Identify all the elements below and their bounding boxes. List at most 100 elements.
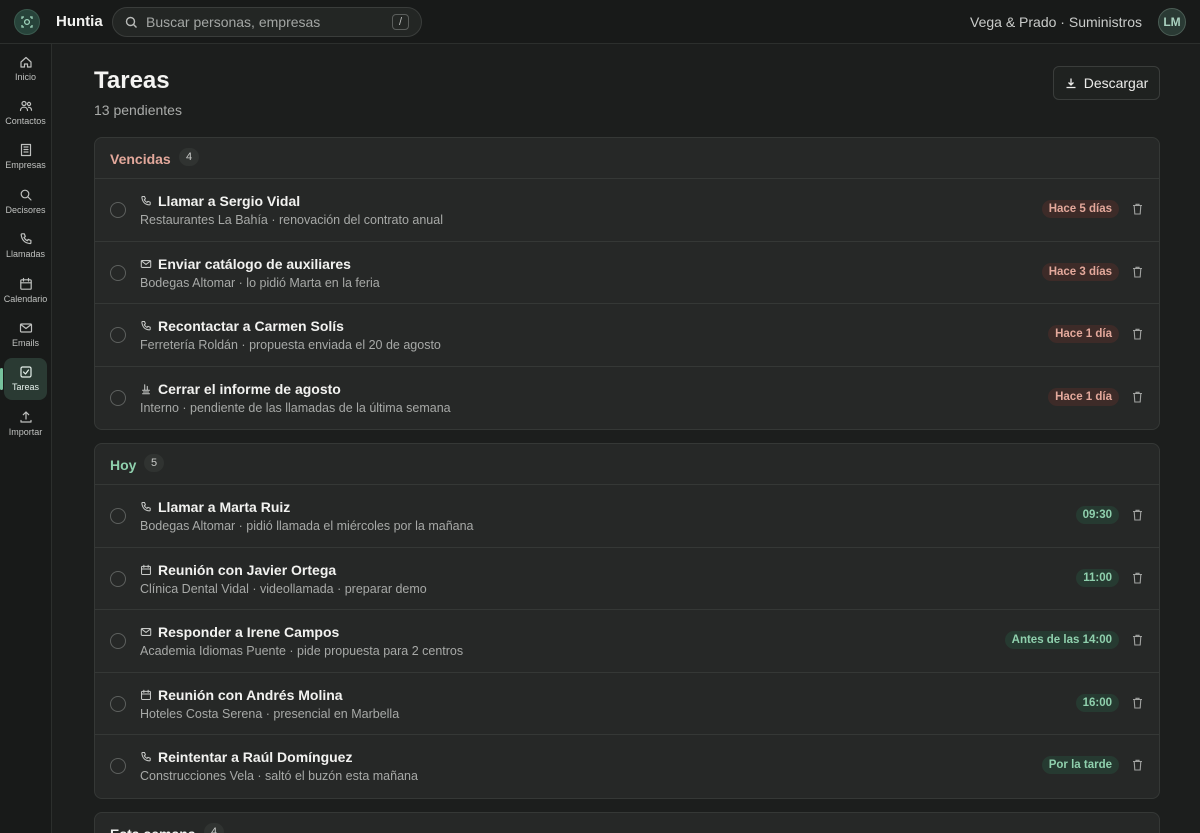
logo-icon[interactable] (14, 9, 40, 35)
task-complete-checkbox[interactable] (110, 202, 126, 218)
task-title[interactable]: Reunión con Javier Ortega (158, 562, 336, 578)
sidebar: Inicio Contactos Empresas Decisores Llamadas… (0, 44, 52, 833)
task-due-badge: Hace 5 días (1041, 200, 1119, 218)
trash-icon[interactable] (1132, 508, 1143, 521)
section-title: Esta semana (110, 826, 196, 833)
page-title: Tareas (94, 67, 170, 94)
upload-icon (19, 410, 33, 427)
task-subtitle: Clínica Dental Vidal · videollamada · pr… (140, 581, 427, 596)
task-subtitle: Bodegas Altomar · pidió llamada el miérc… (140, 519, 474, 533)
trash-icon[interactable] (1132, 327, 1143, 340)
task-title[interactable]: Cerrar el informe de agosto (158, 381, 341, 397)
trash-icon[interactable] (1132, 696, 1143, 709)
task-title[interactable]: Reintentar a Raúl Domínguez (158, 749, 352, 765)
task-row[interactable]: Reunión con Andrés Molina Hoteles Costa S… (95, 673, 1159, 735)
phone-icon (140, 194, 152, 206)
task-title[interactable]: Enviar catálogo de auxiliares (158, 256, 351, 272)
trash-icon[interactable] (1132, 390, 1143, 403)
download-icon (1066, 78, 1076, 89)
task-section: Esta semana 4 (94, 812, 1160, 833)
sidebar-item-importar[interactable]: Importar (4, 402, 47, 444)
task-section: Hoy 5 Llamar a Marta Ruiz Bodegas Altomar ·… (94, 443, 1160, 799)
sidebar-item-inicio[interactable]: Inicio (4, 47, 47, 89)
task-row[interactable]: Llamar a Marta Ruiz Bodegas Altomar · pid… (95, 485, 1159, 548)
sidebar-item-label: Inicio (14, 71, 36, 82)
search-input[interactable] (146, 12, 386, 32)
trash-icon[interactable] (1132, 758, 1143, 771)
section-count-badge: 4 (179, 148, 199, 166)
sidebar-item-label: Decisores (5, 204, 46, 215)
sidebar-item-label: Contactos (5, 115, 46, 126)
task-complete-checkbox[interactable] (110, 633, 126, 649)
sidebar-item-emails[interactable]: Emails (4, 313, 47, 355)
sidebar-item-calendario[interactable]: Calendario (4, 269, 47, 311)
task-due-badge: Antes de las 14:00 (1004, 631, 1119, 649)
checkbox-icon (19, 365, 33, 382)
sidebar-item-tareas[interactable]: Tareas (0, 357, 47, 400)
company-name[interactable]: Vega & Prado · Suministros (970, 14, 1142, 30)
phone-icon (140, 500, 152, 512)
task-row[interactable]: Recontactar a Carmen Solís Ferretería Rol… (95, 304, 1159, 367)
task-row[interactable]: Enviar catálogo de auxiliares Bodegas Alt… (95, 242, 1159, 304)
task-due-badge: Hace 3 días (1041, 262, 1119, 281)
task-row[interactable]: Reunión con Javier Ortega Clínica Dental … (95, 548, 1159, 610)
document-icon (140, 382, 152, 394)
task-complete-checkbox[interactable] (110, 264, 126, 281)
trash-icon[interactable] (1132, 633, 1143, 646)
mail-icon (19, 321, 33, 338)
task-row[interactable]: Reintentar a Raúl Domínguez Construccione… (95, 735, 1159, 798)
task-complete-checkbox[interactable] (110, 508, 126, 524)
calendar-icon (19, 277, 33, 294)
sidebar-item-label: Empresas (5, 160, 46, 171)
task-subtitle: Academia Idiomas Puente · pide propuesta… (140, 644, 464, 658)
task-title[interactable]: Recontactar a Carmen Solís (158, 318, 344, 334)
section-header: Vencidas 4 (95, 138, 1159, 179)
download-button[interactable]: Descargar (1053, 66, 1160, 100)
task-subtitle: Ferretería Roldán · propuesta enviada el… (140, 338, 441, 352)
users-icon (19, 99, 33, 116)
calendar-icon (140, 563, 152, 575)
task-title[interactable]: Responder a Irene Campos (158, 624, 339, 640)
avatar[interactable]: LM (1158, 8, 1186, 36)
task-complete-checkbox[interactable] (110, 758, 126, 774)
sidebar-item-label: Tareas (11, 382, 39, 393)
task-complete-checkbox[interactable] (110, 389, 126, 406)
task-row[interactable]: Responder a Irene Campos Academia Idiomas… (95, 610, 1159, 673)
trash-icon[interactable] (1132, 202, 1143, 215)
search-box[interactable]: / (112, 7, 422, 37)
task-complete-checkbox[interactable] (110, 327, 126, 343)
sidebar-item-empresas[interactable]: Empresas (4, 136, 47, 178)
task-subtitle: Restaurantes La Bahía · renovación del c… (140, 213, 443, 227)
task-title[interactable]: Llamar a Sergio Vidal (158, 193, 300, 209)
section-title: Vencidas (110, 151, 171, 167)
section-count-badge: 4 (204, 823, 224, 833)
task-due-badge: 16:00 (1075, 693, 1119, 712)
task-title[interactable]: Llamar a Marta Ruiz (158, 499, 290, 515)
task-complete-checkbox[interactable] (110, 570, 126, 587)
task-complete-checkbox[interactable] (110, 695, 126, 712)
task-subtitle: Hoteles Costa Serena · presencial en Mar… (140, 706, 400, 721)
trash-icon[interactable] (1132, 265, 1143, 278)
sidebar-item-llamadas[interactable]: Llamadas (4, 225, 47, 267)
task-row[interactable]: Llamar a Sergio Vidal Restaurantes La Bah… (95, 179, 1159, 242)
pending-count: 13 pendientes (94, 102, 182, 118)
mail-icon (140, 257, 152, 269)
sidebar-item-contactos[interactable]: Contactos (4, 91, 47, 133)
task-subtitle: Construcciones Vela · saltó el buzón est… (140, 769, 418, 783)
search-icon (19, 188, 33, 205)
search-icon (125, 16, 137, 28)
sidebar-item-decisores[interactable]: Decisores (4, 180, 47, 222)
task-row[interactable]: Cerrar el informe de agosto Interno · pen… (95, 367, 1159, 430)
task-subtitle: Interno · pendiente de las llamadas de l… (140, 400, 451, 415)
section-title: Hoy (110, 457, 137, 473)
task-title[interactable]: Reunión con Andrés Molina (158, 687, 343, 703)
trash-icon[interactable] (1132, 571, 1143, 584)
task-section: Vencidas 4 Llamar a Sergio Vidal Restaurant… (94, 137, 1160, 430)
sidebar-item-label: Importar (8, 426, 43, 437)
task-due-badge: 09:30 (1075, 506, 1119, 524)
phone-icon (140, 319, 152, 331)
section-count-badge: 5 (144, 454, 164, 472)
sidebar-item-label: Emails (11, 337, 39, 348)
sidebar-item-label: Calendario (3, 293, 48, 304)
section-header: Esta semana 4 (95, 813, 1159, 833)
